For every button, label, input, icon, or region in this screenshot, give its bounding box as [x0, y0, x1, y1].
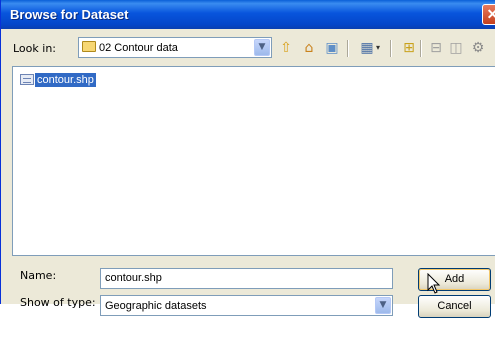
file-name[interactable]: contour.shp [35, 73, 96, 87]
toolbar-separator [347, 40, 349, 57]
name-input[interactable]: contour.shp [100, 268, 393, 289]
catalog-icon[interactable]: ▣ [322, 38, 342, 58]
toolbar-separator [390, 40, 392, 57]
tools-icon[interactable]: ⚙ [468, 38, 488, 58]
mouse-cursor-icon [427, 273, 441, 294]
chevron-down-icon[interactable]: ▼ [375, 297, 391, 314]
browse-dialog: Browse for Dataset ✕ Look in: 02 Contour… [0, 0, 495, 318]
close-button[interactable]: ✕ [482, 4, 495, 25]
shapefile-icon [20, 74, 34, 85]
window-title: Browse for Dataset [10, 7, 129, 22]
connect-folder-icon[interactable]: ⊞ [399, 38, 419, 58]
look-in-label: Look in: [13, 42, 56, 55]
cancel-button[interactable]: Cancel [418, 295, 491, 318]
look-in-value: 02 Contour data [99, 42, 178, 54]
file-list[interactable]: contour.shp [12, 66, 495, 256]
views-dropdown-icon[interactable]: ▾ [373, 38, 383, 58]
show-of-type-dropdown[interactable]: Geographic datasets ▼ [100, 295, 393, 316]
show-of-type-value: Geographic datasets [105, 300, 207, 312]
new-folder-icon[interactable]: ◫ [446, 38, 466, 58]
title-bar[interactable]: Browse for Dataset ✕ [1, 0, 495, 29]
name-label: Name: [20, 269, 57, 282]
disconnect-folder-icon[interactable]: ⊟ [426, 38, 446, 58]
home-icon[interactable]: ⌂ [299, 38, 319, 58]
look-in-dropdown[interactable]: 02 Contour data ▼ [78, 37, 272, 58]
chevron-down-icon[interactable]: ▼ [254, 39, 270, 56]
folder-icon [82, 41, 96, 52]
show-of-type-label: Show of type: [20, 296, 96, 309]
up-one-level-icon[interactable]: ⇧ [276, 38, 296, 58]
toolbar-separator [420, 40, 422, 57]
